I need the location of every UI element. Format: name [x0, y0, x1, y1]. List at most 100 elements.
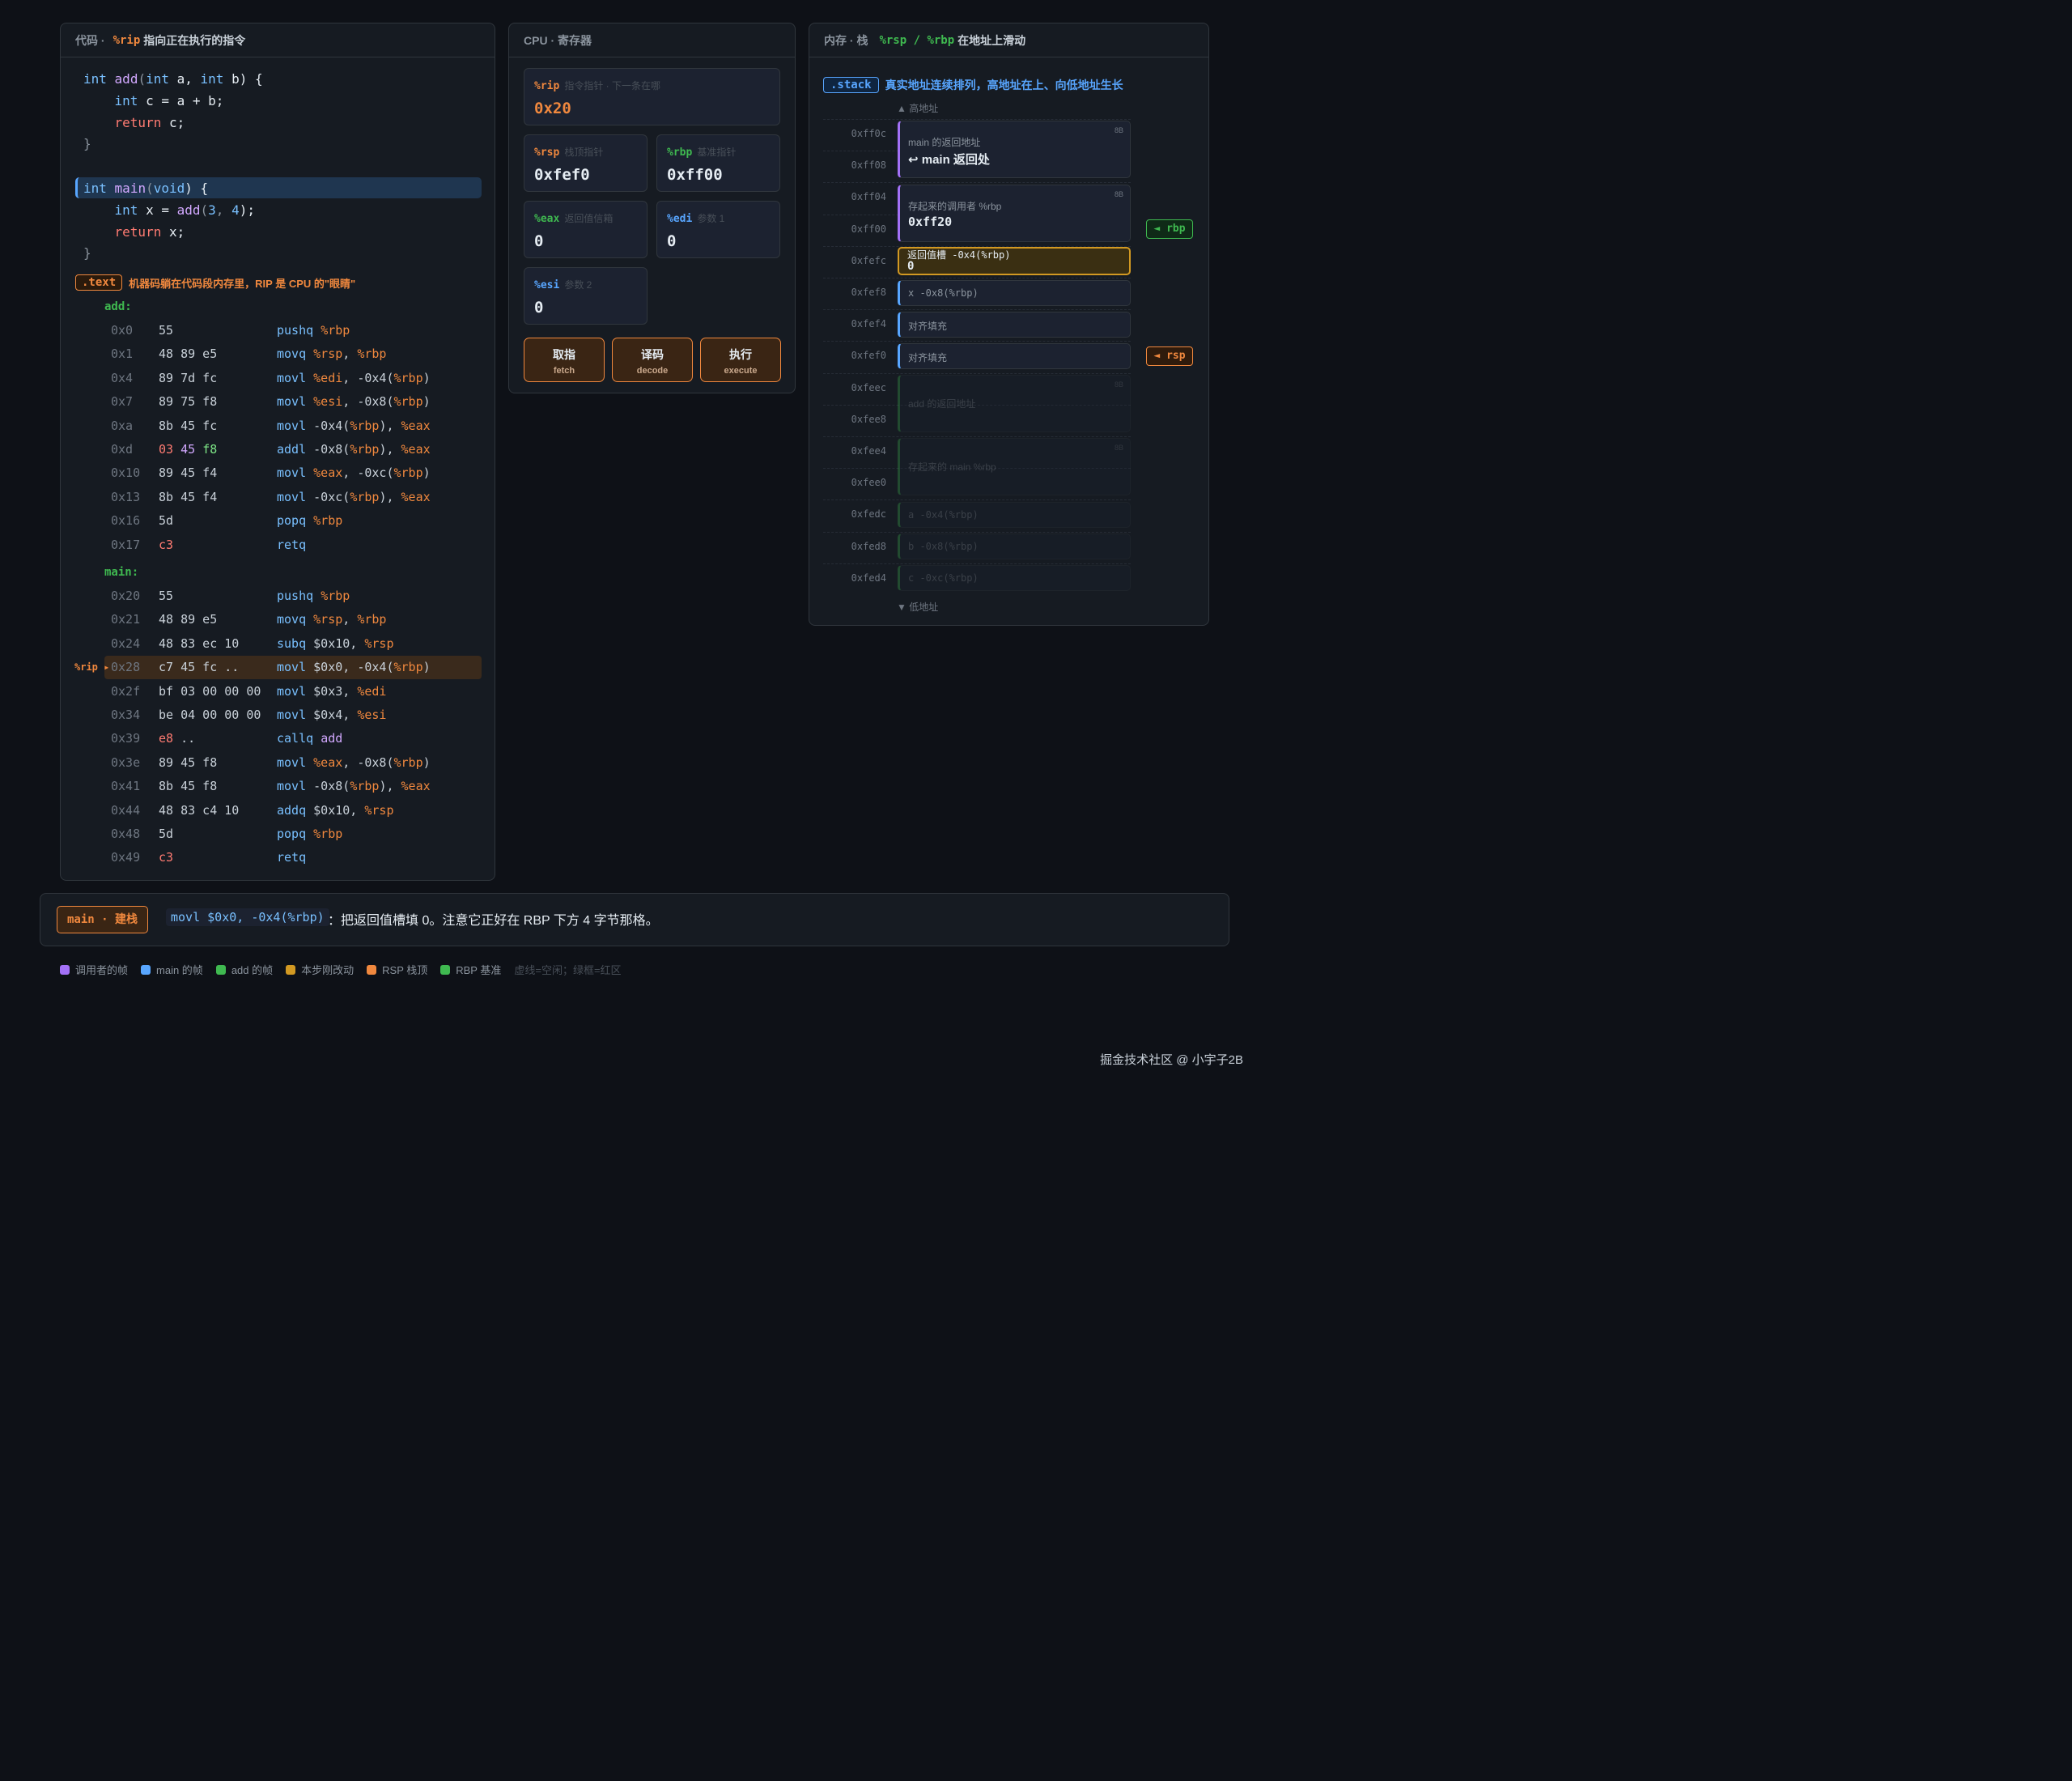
- stack-panel-title: 内存 · 栈: [824, 33, 868, 47]
- asm-address: 0x10: [111, 465, 141, 481]
- code-panel-title: 代码 ·: [75, 33, 105, 47]
- code-token: x;: [161, 224, 185, 240]
- legend-label: RSP 栈顶: [382, 964, 428, 976]
- asm-bytes: 48 83 ec 10: [159, 635, 240, 651]
- source-line: return x;: [61, 221, 495, 243]
- cell-label: 存起来的 main %rbp: [908, 461, 996, 473]
- legend-item: RSP 栈顶: [367, 962, 427, 977]
- asm-row: 0x34 be 04 00 00 00 movl $0x4, %esi: [61, 703, 495, 727]
- cpu-panel: CPU · 寄存器 %rip 指令指针 · 下一条在哪 0x20 %rsp 栈顶指针…: [508, 23, 796, 393]
- asm-address: 0x28: [111, 660, 141, 675]
- asm-bytes: c7 45 fc ..: [159, 660, 240, 675]
- code-panel-title-rest: 指向正在执行的指令: [143, 33, 246, 47]
- asm-instruction: pushq %rbp: [277, 323, 350, 338]
- stack-address: 0xff08: [851, 159, 886, 172]
- asm-bytes: 8b 45 f4: [159, 489, 218, 504]
- stack-cell-saved-main-rbp: 8B 存起来的 main %rbp: [898, 438, 1131, 495]
- asm-address: 0x1: [111, 346, 134, 362]
- stack-cell-add-return-address: 8B add 的返回地址: [898, 375, 1131, 432]
- code-token: int: [200, 71, 224, 87]
- code-token: ) {: [185, 181, 209, 196]
- legend-swatch: [286, 964, 296, 975]
- asm-instruction: addq $0x10, %rsp: [277, 802, 394, 818]
- asm-address: 0x16: [111, 513, 141, 529]
- code-token: return: [114, 115, 162, 130]
- asm-bytes: 8b 45 f8: [159, 779, 218, 794]
- stack-address: 0xfed8: [851, 540, 886, 552]
- asm-row: 0x21 48 89 e5 movq %rsp, %rbp: [61, 608, 495, 631]
- code-token: add: [176, 202, 201, 218]
- asm-bytes: 03 45 f8: [159, 442, 218, 457]
- asm-bytes: 89 45 f8: [159, 754, 218, 770]
- stack-section-tag: .stack 真实地址连续排列，高地址在上、向低地址生长: [823, 77, 1123, 93]
- decode-button[interactable]: 译码 decode: [612, 338, 693, 382]
- code-token: }: [83, 136, 91, 151]
- execute-button[interactable]: 执行 execute: [700, 338, 781, 382]
- register-esi: %esi 参数 2 0: [524, 267, 648, 325]
- stack-panel-title-rest: 在地址上滑动: [957, 33, 1026, 47]
- code-token: int: [83, 71, 107, 87]
- register-edi: %edi 参数 1 0: [656, 201, 780, 258]
- asm-address: 0x3e: [111, 754, 141, 770]
- register-eax-name: %eax: [534, 213, 560, 225]
- stack-cell-return-slot: 返回值槽 -0x4(%rbp) 0: [898, 247, 1131, 275]
- stack-row-divider: [823, 436, 1131, 437]
- asm-address: 0x34: [111, 708, 141, 722]
- asm-address: 0xd: [111, 442, 134, 457]
- code-token: ,: [215, 202, 232, 218]
- code-token: }: [83, 245, 91, 261]
- asm-row: 0x2f bf 03 00 00 00 movl $0x3, %edi: [61, 680, 495, 703]
- decode-button-label: 译码: [641, 348, 664, 361]
- text-section-desc: 机器码躺在代码段内存里，RIP 是 CPU 的"眼睛": [129, 277, 356, 290]
- asm-row: 0x16 5d popq %rbp: [61, 509, 495, 533]
- asm-row: 0x48 5d popq %rbp: [61, 822, 495, 846]
- code-token: int: [114, 202, 138, 218]
- register-rbp-name: %rbp: [667, 147, 693, 159]
- asm-row: 0x17 c3 retq: [61, 533, 495, 557]
- register-edi-name: %edi: [667, 213, 693, 225]
- stack-cell-a: a -0x4(%rbp): [898, 502, 1131, 528]
- asm-instruction: addl -0x8(%rbp), %eax: [277, 442, 431, 457]
- fetch-button-sub: fetch: [553, 366, 575, 376]
- fetch-button[interactable]: 取指 fetch: [524, 338, 605, 382]
- stack-address: 0xfedc: [851, 508, 886, 521]
- code-token: return: [114, 224, 162, 240]
- legend-note: 虚线=空闲；绿框=红区: [514, 964, 622, 976]
- asm-instruction: movl -0x8(%rbp), %eax: [277, 779, 431, 794]
- asm-row: 0x49 c3 retq: [61, 846, 495, 869]
- asm-instruction: movl %edi, -0x4(%rbp): [277, 370, 431, 385]
- asm-row: 0x1 48 89 e5 movq %rsp, %rbp: [61, 342, 495, 366]
- register-edi-desc: 参数 1: [697, 213, 725, 224]
- rbp-pointer: ◄ rbp: [1146, 219, 1193, 239]
- cpu-panel-title: CPU · 寄存器: [524, 33, 592, 47]
- cell-label: 返回值槽 -0x4(%rbp): [907, 249, 1011, 261]
- text-section-tag: .text 机器码躺在代码段内存里，RIP 是 CPU 的"眼睛": [75, 274, 355, 291]
- asm-address: 0x21: [111, 612, 141, 627]
- register-rsp: %rsp 栈顶指针 0xfef0: [524, 134, 648, 192]
- asm-bytes: 5d: [159, 513, 174, 529]
- step-instruction: movl $0x0, -0x4(%rbp): [166, 908, 329, 926]
- legend-item: 调用者的帧: [60, 962, 128, 977]
- asm-bytes: be 04 00 00 00: [159, 708, 261, 722]
- asm-row: 0x41 8b 45 f8 movl -0x8(%rbp), %eax: [61, 775, 495, 798]
- stack-section-desc: 真实地址连续排列，高地址在上、向低地址生长: [885, 79, 1123, 91]
- source-line: }: [61, 242, 495, 264]
- stack-panel: 内存 · 栈 %rsp / %rbp 在地址上滑动 .stack 真实地址连续排…: [809, 23, 1209, 626]
- code-token: b) {: [223, 71, 263, 87]
- low-address-label: ▼ 低地址: [897, 601, 939, 613]
- legend-swatch: [440, 964, 451, 975]
- code-token: (: [138, 71, 146, 87]
- asm-address: 0x4: [111, 370, 134, 385]
- asm-instruction: movl -0xc(%rbp), %eax: [277, 489, 431, 504]
- code-token: );: [239, 202, 255, 218]
- asm-bytes: 55: [159, 323, 174, 338]
- stack-address: 0xfef8: [851, 287, 886, 298]
- stack-row-divider: [823, 563, 1131, 564]
- asm-instruction: movl $0x0, -0x4(%rbp): [277, 660, 431, 675]
- code-token: 4: [231, 202, 240, 218]
- cell-value: 0xff20: [908, 215, 953, 229]
- stack-cell-padding-1: 对齐填充: [898, 312, 1131, 338]
